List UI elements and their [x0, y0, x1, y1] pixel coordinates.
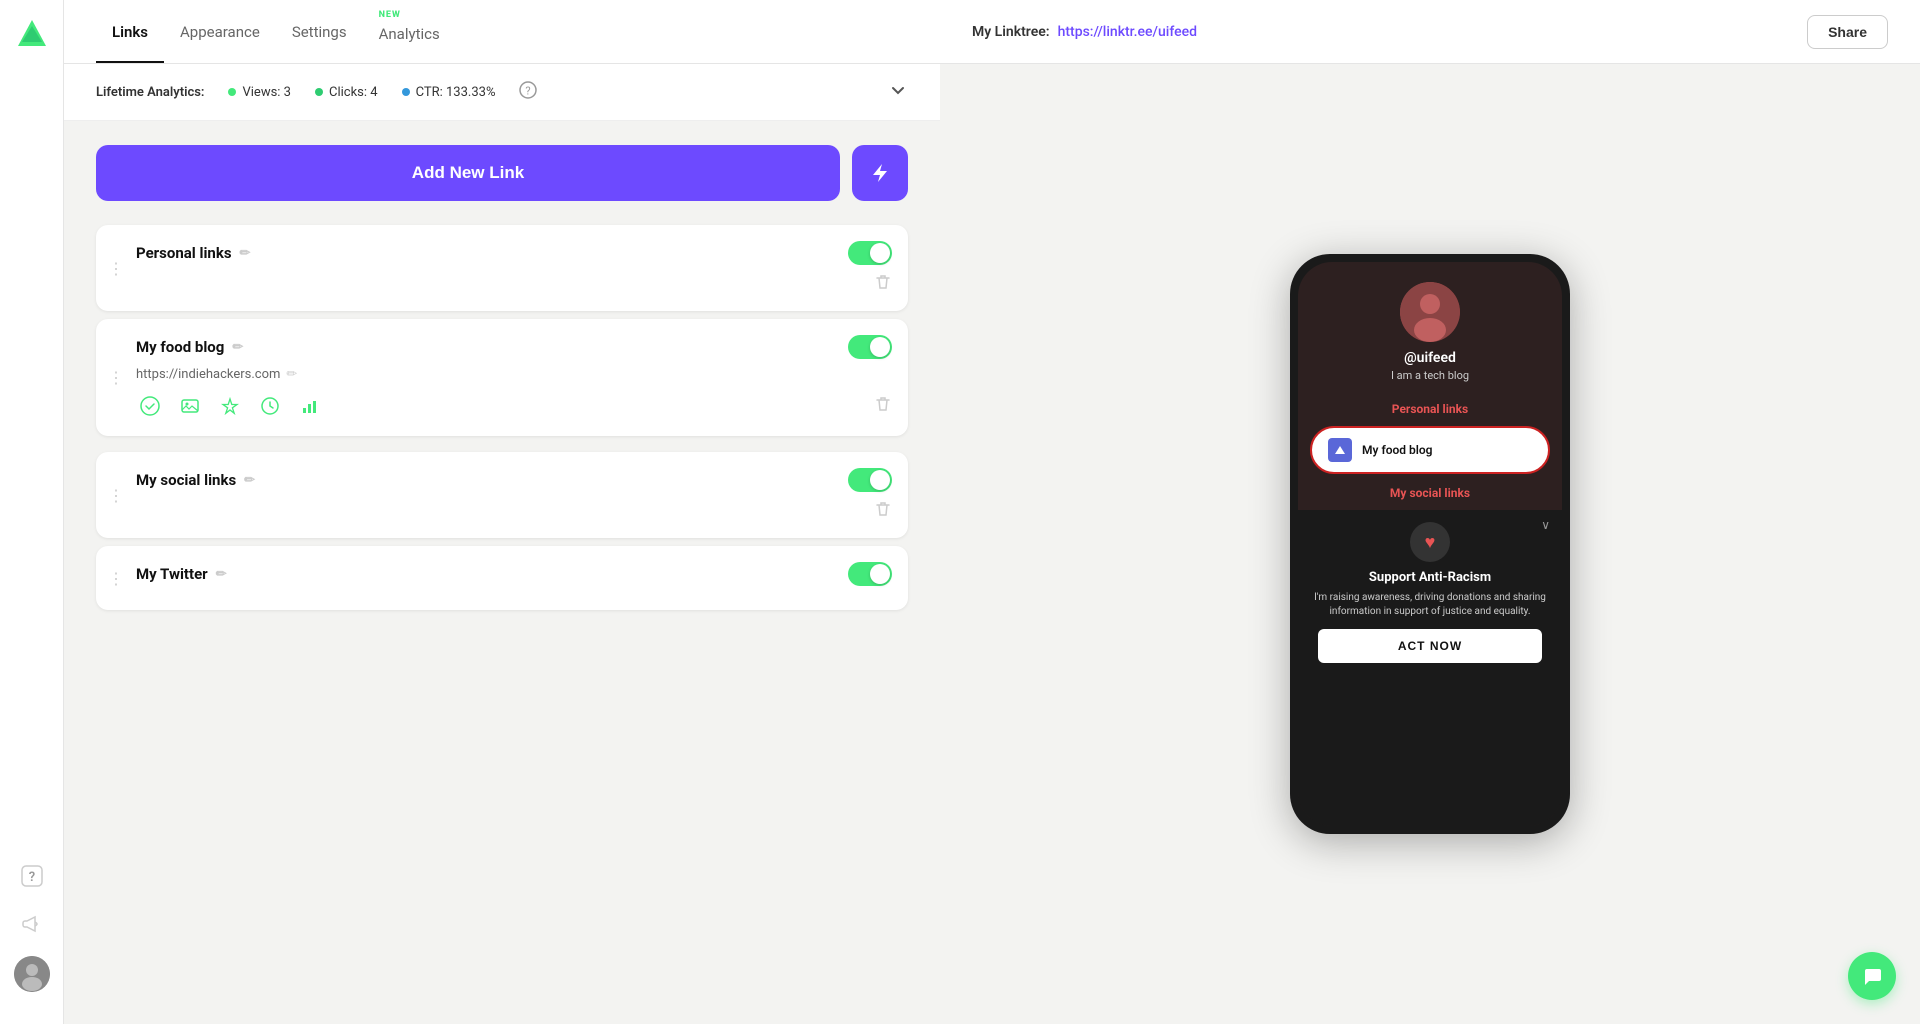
section-toggle[interactable] — [848, 241, 892, 265]
section-title: Personal links ✏ — [136, 244, 250, 262]
phone-profile: @uifeed I am a tech blog — [1298, 262, 1562, 394]
food-blog-title: My food blog ✏ — [136, 338, 243, 356]
tab-analytics[interactable]: NEW Analytics — [363, 0, 456, 63]
phone-avatar — [1400, 282, 1460, 342]
tab-appearance[interactable]: Appearance — [164, 0, 276, 63]
social-toggle[interactable] — [848, 468, 892, 492]
phone-food-blog-logo — [1328, 438, 1352, 462]
twitter-edit-icon[interactable]: ✏ — [216, 567, 227, 582]
twitter-card-header: My Twitter ✏ — [136, 562, 892, 586]
phone-act-now-button[interactable]: ACT NOW — [1318, 629, 1542, 663]
tab-settings[interactable]: Settings — [276, 0, 363, 63]
twitter-drag-handle[interactable]: ⋮ — [96, 546, 136, 610]
phone-food-blog-link[interactable]: My food blog — [1310, 426, 1550, 474]
analytics-bar: Lifetime Analytics: Views: 3 Clicks: 4 C… — [64, 64, 940, 121]
food-blog-edit-icon[interactable]: ✏ — [232, 340, 243, 355]
social-card-content: My social links ✏ — [136, 452, 908, 538]
views-stat: Views: 3 — [228, 85, 291, 100]
share-button[interactable]: Share — [1807, 15, 1888, 49]
help-icon[interactable]: ? — [16, 860, 48, 892]
schedule-icon[interactable] — [256, 392, 284, 420]
ctr-stat: CTR: 133.33% — [402, 85, 496, 100]
twitter-toggle[interactable] — [848, 562, 892, 586]
social-edit-icon[interactable]: ✏ — [244, 473, 255, 488]
avatar[interactable] — [14, 956, 50, 992]
food-blog-actions — [136, 392, 892, 420]
phone-banner: ∨ ♥ Support Anti-Racism I'm raising awar… — [1298, 510, 1562, 826]
main-content: Links Appearance Settings NEW Analytics … — [64, 0, 940, 1024]
section-edit-icon[interactable]: ✏ — [240, 246, 251, 261]
content-area: Add New Link ⋮ Personal links ✏ — [64, 121, 940, 1024]
phone-screen: @uifeed I am a tech blog Personal links … — [1298, 262, 1562, 826]
analytics-chevron-icon[interactable] — [888, 80, 908, 104]
section-trash-icon[interactable] — [874, 273, 892, 295]
views-dot — [228, 88, 236, 96]
analytics-icon[interactable] — [296, 392, 324, 420]
tab-links[interactable]: Links — [96, 0, 164, 63]
phone-frame: @uifeed I am a tech blog Personal links … — [1290, 254, 1570, 834]
svg-text:?: ? — [526, 85, 531, 98]
phone-preview-area: @uifeed I am a tech blog Personal links … — [940, 64, 1920, 1024]
social-title: My social links ✏ — [136, 471, 255, 489]
food-blog-toggle[interactable] — [848, 335, 892, 359]
linktree-url-section: My Linktree: https://linktr.ee/uifeed — [972, 24, 1197, 40]
megaphone-icon[interactable] — [16, 908, 48, 940]
food-blog-card-content: My food blog ✏ https://indiehackers.com … — [136, 319, 908, 436]
phone-food-blog-text: My food blog — [1362, 443, 1433, 457]
phone-bio: I am a tech blog — [1391, 369, 1469, 382]
social-trash-icon[interactable] — [874, 500, 892, 522]
section-card-content: Personal links ✏ — [136, 225, 908, 311]
analytics-badge: NEW — [379, 10, 401, 20]
analytics-help-icon[interactable]: ? — [519, 81, 537, 103]
phone-banner-desc: I'm raising awareness, driving donations… — [1310, 591, 1550, 619]
app-logo[interactable] — [14, 16, 50, 52]
top-nav: Links Appearance Settings NEW Analytics — [64, 0, 940, 64]
food-blog-url: https://indiehackers.com ✏ — [136, 367, 892, 382]
drag-handle[interactable]: ⋮ — [96, 259, 136, 278]
linktree-url-link[interactable]: https://linktr.ee/uifeed — [1058, 24, 1197, 40]
phone-personal-links-label: Personal links — [1298, 402, 1562, 416]
phone-username: @uifeed — [1404, 350, 1456, 366]
phone-chevron-down-icon: ∨ — [1541, 518, 1550, 532]
phone-heart-icon: ♥ — [1410, 522, 1450, 562]
sidebar: ? — [0, 0, 64, 1024]
social-drag-handle[interactable]: ⋮ — [96, 486, 136, 505]
phone-banner-title: Support Anti-Racism — [1369, 570, 1491, 585]
add-new-link-button[interactable]: Add New Link — [96, 145, 840, 201]
food-blog-drag-handle[interactable]: ⋮ — [96, 319, 136, 436]
ctr-dot — [402, 88, 410, 96]
section-card-header: Personal links ✏ — [136, 241, 892, 265]
social-card-header: My social links ✏ — [136, 468, 892, 492]
right-panel: My Linktree: https://linktr.ee/uifeed Sh… — [940, 0, 1920, 1024]
twitter-link-card: ⋮ My Twitter ✏ — [96, 546, 908, 610]
clicks-stat: Clicks: 4 — [315, 85, 378, 100]
social-links-section-card: ⋮ My social links ✏ — [96, 452, 908, 538]
clicks-dot — [315, 88, 323, 96]
twitter-card-content: My Twitter ✏ — [136, 546, 908, 610]
food-blog-link-card: ⋮ My food blog ✏ https://indiehackers.co… — [96, 319, 908, 436]
add-link-row: Add New Link — [96, 145, 908, 201]
food-blog-trash-icon[interactable] — [874, 395, 892, 417]
food-blog-url-edit-icon[interactable]: ✏ — [286, 367, 297, 382]
chat-fab-button[interactable] — [1848, 952, 1896, 1000]
phone-social-links-label: My social links — [1298, 486, 1562, 500]
twitter-title: My Twitter ✏ — [136, 565, 227, 583]
analytics-label: Lifetime Analytics: — [96, 85, 204, 100]
right-top-bar: My Linktree: https://linktr.ee/uifeed Sh… — [940, 0, 1920, 64]
thumbnail-icon[interactable] — [136, 392, 164, 420]
food-blog-card-header: My food blog ✏ — [136, 335, 892, 359]
image-icon[interactable] — [176, 392, 204, 420]
star-icon[interactable] — [216, 392, 244, 420]
personal-links-section-card: ⋮ Personal links ✏ — [96, 225, 908, 311]
svg-text:?: ? — [28, 870, 34, 885]
add-bolt-button[interactable] — [852, 145, 908, 201]
